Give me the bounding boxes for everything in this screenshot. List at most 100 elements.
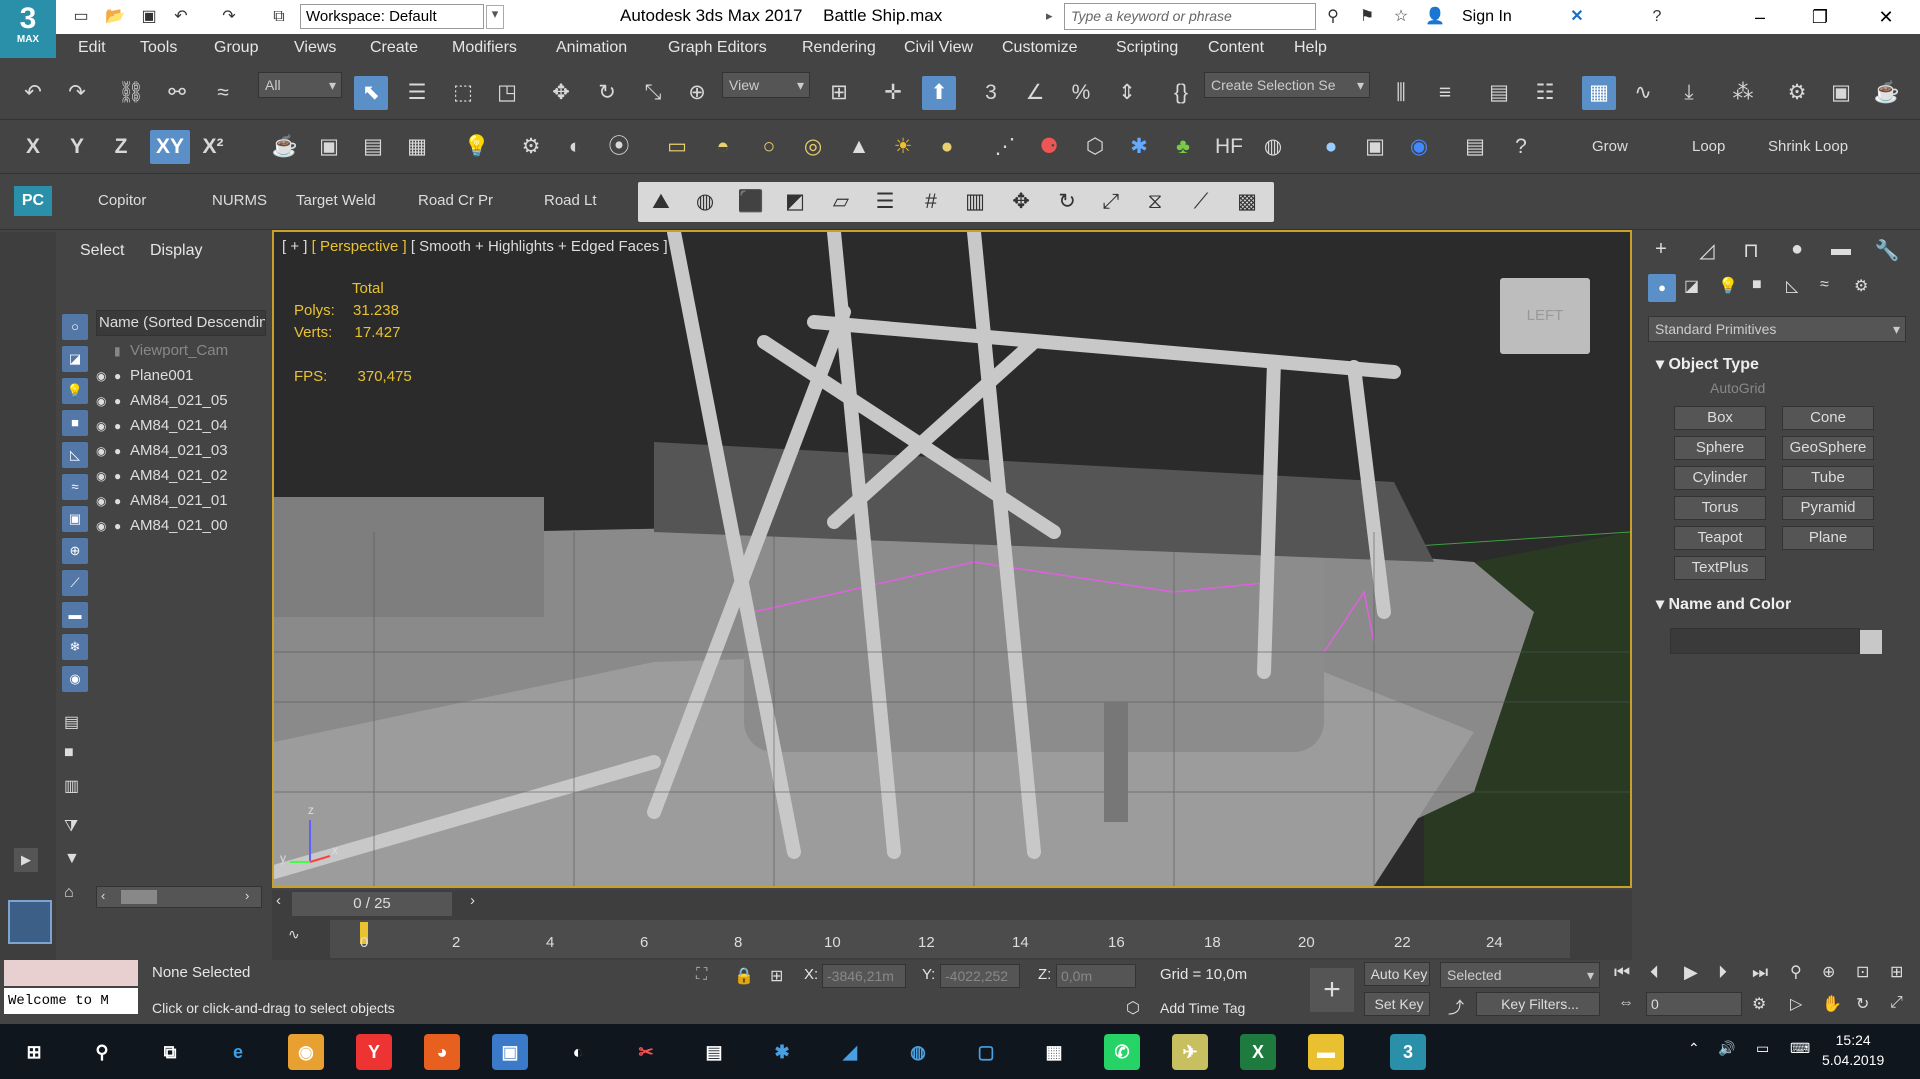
menu-views[interactable]: Views	[294, 39, 336, 57]
selection-lock-icon[interactable]: 🔒	[734, 966, 754, 986]
list-item[interactable]: ◉ ● AM84_021_01	[96, 492, 266, 516]
tube-button[interactable]: Tube	[1782, 466, 1874, 490]
omni-light-icon[interactable]: ●	[930, 130, 964, 164]
cone-icon[interactable]: ▲	[842, 130, 876, 164]
list-item[interactable]: ▮ Viewport_Cam	[96, 342, 266, 366]
hierarchy-tab-icon[interactable]: ⊓	[1734, 238, 1768, 268]
restore-button[interactable]: ❐	[1800, 4, 1840, 30]
rect-selection-icon[interactable]: ⬚	[446, 76, 480, 110]
object-color-swatch[interactable]	[1860, 630, 1882, 654]
utilities-tab-icon[interactable]: 🔧	[1870, 238, 1904, 268]
keyboard-icon[interactable]: ⌨	[1790, 1040, 1810, 1057]
shapes-category-icon[interactable]: ◪	[1684, 276, 1699, 296]
mesh-icon[interactable]: ✱	[1122, 130, 1156, 164]
ribbon-road-lt[interactable]: Road Lt	[544, 192, 597, 209]
geometry-category-icon[interactable]: ●	[1648, 274, 1676, 302]
maxscript-listener-pink[interactable]	[4, 960, 138, 986]
undo-icon[interactable]: ↶	[170, 6, 192, 28]
filter-icon[interactable]: ⧩	[64, 818, 78, 836]
cloth-icon[interactable]: ◍	[1256, 130, 1290, 164]
named-selection-dropdown[interactable]: Create Selection Se	[1204, 72, 1370, 98]
list-item[interactable]: ◉ ● AM84_021_03	[96, 442, 266, 466]
create-tab-icon[interactable]: +	[1644, 238, 1678, 268]
bind-spacewarp-icon[interactable]: ≈	[206, 76, 240, 110]
render-setup-icon[interactable]: ⚙	[1780, 76, 1814, 110]
scroll-thumb[interactable]	[121, 890, 157, 904]
viewcube[interactable]: LEFT	[1500, 278, 1590, 354]
loop-button[interactable]: Loop	[1692, 138, 1725, 155]
menu-scripting[interactable]: Scripting	[1116, 39, 1178, 57]
rendered-frame-icon[interactable]: ▣	[1824, 76, 1858, 110]
go-to-end-icon[interactable]: ⏭	[1752, 962, 1768, 983]
geosphere-button[interactable]: GeoSphere	[1782, 436, 1874, 460]
time-next-icon[interactable]: ›	[470, 892, 475, 909]
search-icon[interactable]: ⚲	[84, 1034, 120, 1070]
textplus-button[interactable]: TextPlus	[1674, 556, 1766, 580]
helper-filter-icon[interactable]: ◺	[62, 442, 88, 468]
task-view-icon[interactable]: ⧉	[152, 1034, 188, 1070]
video-icon[interactable]: ⦿	[602, 130, 636, 164]
cylinder-button[interactable]: Cylinder	[1674, 466, 1766, 490]
timeline-track[interactable]	[330, 920, 1570, 958]
angle-snap-icon[interactable]: ∠	[1018, 76, 1052, 110]
axis-z-button[interactable]: Z	[104, 130, 138, 164]
time-tag-icon[interactable]: ⬡	[1126, 998, 1140, 1018]
menu-animation[interactable]: Animation	[556, 39, 627, 57]
current-frame-field[interactable]: 0	[1646, 992, 1742, 1016]
helpers-category-icon[interactable]: ◺	[1786, 276, 1798, 296]
motion-tab-icon[interactable]: ●	[1780, 238, 1814, 268]
list-item[interactable]: ◉ ● AM84_021_05	[96, 392, 266, 416]
maximize-viewport-icon[interactable]: ⤢	[1890, 994, 1903, 1012]
key-tangent-icon[interactable]: ⤴	[1448, 994, 1464, 1018]
plane-primitive-icon[interactable]: ▭	[660, 130, 694, 164]
reference-coordinate-dropdown[interactable]: View	[722, 72, 810, 98]
render-setup-icon[interactable]: ▤	[356, 130, 390, 164]
fov-icon[interactable]: ▷	[1790, 994, 1802, 1014]
map-app-icon[interactable]: ✈	[1172, 1034, 1208, 1070]
spline-icon[interactable]: ⚈	[1032, 130, 1066, 164]
star-icon[interactable]: ☆	[1390, 6, 1412, 28]
calculator-icon[interactable]: ▦	[1036, 1034, 1072, 1070]
placement-icon[interactable]: ⊕	[680, 76, 714, 110]
viewport-layout-icon[interactable]	[8, 900, 52, 944]
volume-icon[interactable]: 🔊	[1718, 1040, 1735, 1057]
camera-icon[interactable]: ⚙	[514, 130, 548, 164]
shape-filter-icon[interactable]: ◪	[62, 346, 88, 372]
visibility-icon[interactable]: ◉	[96, 494, 114, 508]
prev-frame-icon[interactable]: ⏴	[1650, 962, 1659, 983]
schematic-view-icon[interactable]: ⤓	[1672, 76, 1706, 110]
control-panel-icon[interactable]: ▣	[492, 1034, 528, 1070]
select-by-name-icon[interactable]: ☰	[400, 76, 434, 110]
box-button[interactable]: Box	[1674, 406, 1766, 430]
key-mode-icon[interactable]: ⇔	[1618, 994, 1634, 1012]
isolate-selection-icon[interactable]: ⛶	[696, 966, 707, 984]
window-crossing-icon[interactable]: ◳	[490, 76, 524, 110]
visibility-icon[interactable]: ◉	[96, 444, 114, 458]
excel-icon[interactable]: X	[1240, 1034, 1276, 1070]
layers-icon[interactable]: ⌂	[64, 884, 74, 902]
set-key-button[interactable]: Set Key	[1364, 992, 1430, 1016]
coord-y-field[interactable]: -4022,252	[940, 964, 1020, 988]
menu-help[interactable]: Help	[1294, 39, 1327, 57]
teapot-icon[interactable]: ☕	[268, 130, 302, 164]
object-name-field[interactable]	[1670, 628, 1860, 654]
scale-icon[interactable]: ⤢	[1094, 185, 1128, 219]
orbit-icon[interactable]: ↻	[1856, 994, 1869, 1014]
ribbon-copitor[interactable]: Copitor	[98, 192, 146, 209]
windows-start-icon[interactable]: ⊞	[16, 1034, 52, 1070]
mirror-icon[interactable]: ⧖	[1138, 185, 1172, 219]
menu-create[interactable]: Create	[370, 39, 418, 57]
add-time-tag[interactable]: Add Time Tag	[1160, 1000, 1245, 1016]
menu-content[interactable]: Content	[1208, 39, 1264, 57]
xref-filter-icon[interactable]: ⊕	[62, 538, 88, 564]
next-frame-icon[interactable]: ⏵	[1718, 962, 1727, 983]
menu-graph-editors[interactable]: Graph Editors	[668, 39, 767, 57]
user-icon[interactable]: 👤	[1424, 6, 1446, 28]
go-to-start-icon[interactable]: ⏮	[1614, 962, 1630, 983]
visibility-icon[interactable]: ◉	[96, 394, 114, 408]
menu-modifiers[interactable]: Modifiers	[452, 39, 517, 57]
maxscript-mini-listener[interactable]: Welcome to M	[4, 988, 138, 1014]
sign-in-link[interactable]: Sign In	[1462, 8, 1512, 26]
app-gear-icon[interactable]: ✱	[764, 1034, 800, 1070]
zoom-all-icon[interactable]: ⊕	[1822, 962, 1835, 982]
